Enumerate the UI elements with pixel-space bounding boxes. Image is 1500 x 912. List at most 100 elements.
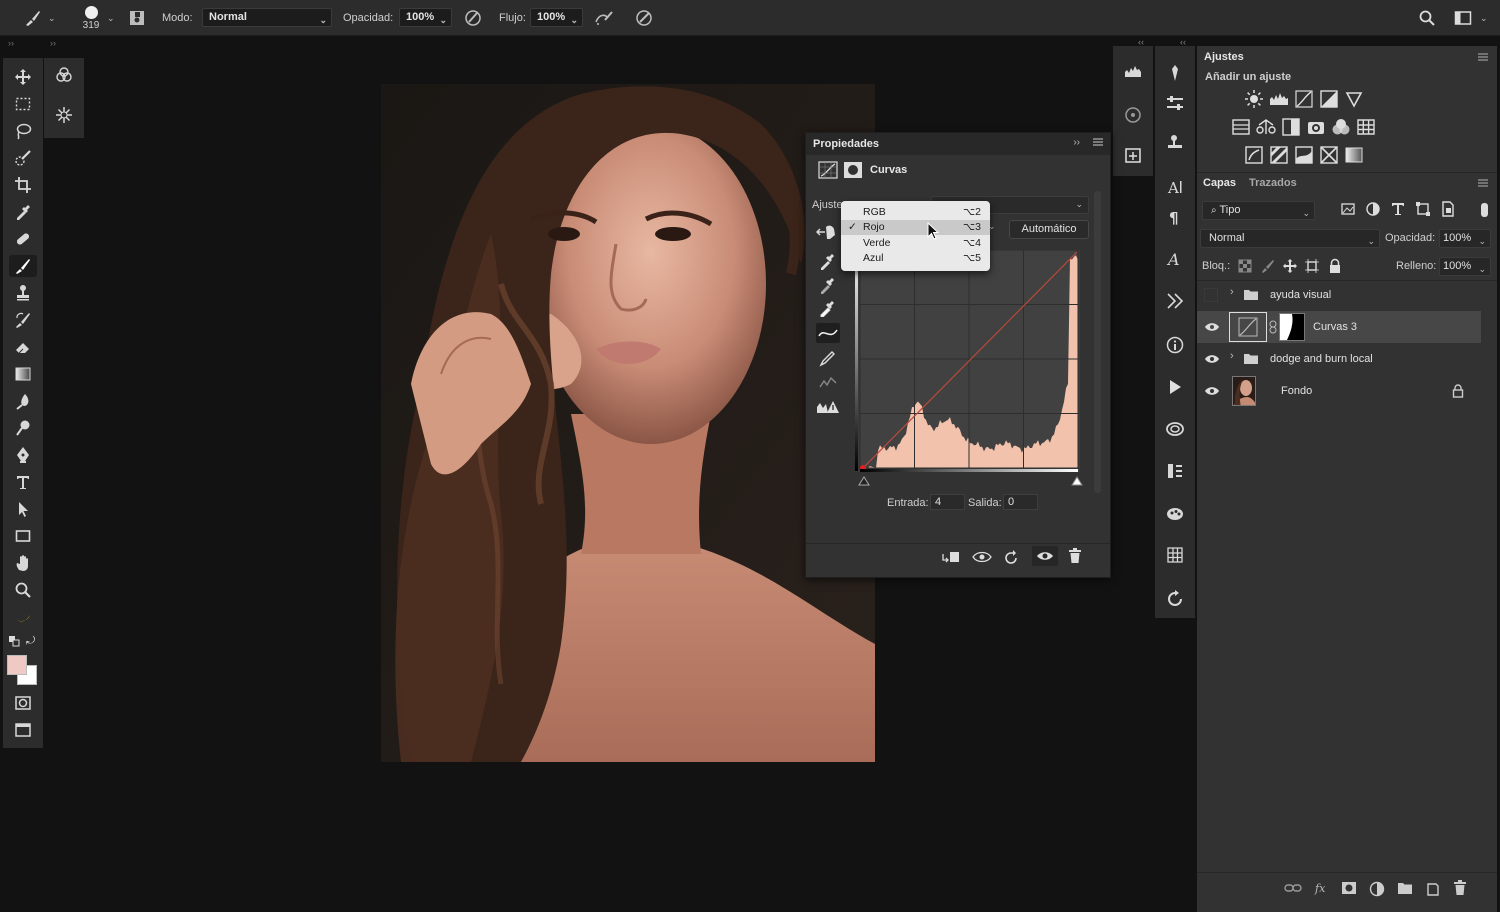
layer-mask-thumbnail[interactable] [1279, 313, 1305, 341]
quick-selection-tool-icon[interactable] [9, 147, 37, 169]
swatches-icon[interactable] [1155, 540, 1195, 570]
glyphs-icon[interactable]: A [1155, 244, 1195, 274]
color-lookup-icon[interactable] [1356, 117, 1376, 137]
mask-icon[interactable] [843, 161, 863, 179]
black-point-eyedropper-icon[interactable] [819, 252, 835, 270]
brush-presets-icon[interactable] [50, 104, 78, 126]
rectangle-tool-icon[interactable] [9, 525, 37, 547]
vibrance-icon[interactable] [1344, 89, 1364, 109]
curves-graph[interactable] [855, 250, 1080, 472]
layer-filter-select[interactable]: ⌕ Tipo ⌄ [1202, 201, 1315, 220]
cc-libraries-icon[interactable] [1155, 414, 1195, 444]
tool-preset-chevron-icon[interactable]: ⌄ [48, 0, 56, 36]
workspace-chevron-icon[interactable]: ⌄ [1480, 0, 1488, 36]
clone-source-icon[interactable] [1155, 128, 1195, 158]
libraries-icon[interactable] [1155, 286, 1195, 316]
opacity-input[interactable]: 100% ⌄ [399, 8, 452, 27]
lock-all-icon[interactable] [1327, 258, 1347, 278]
brightness-contrast-icon[interactable] [1244, 89, 1264, 109]
lock-position-icon[interactable] [1282, 258, 1302, 278]
quick-mask-icon[interactable] [9, 692, 37, 714]
search-icon[interactable] [1418, 0, 1436, 36]
gradient-map-icon[interactable] [1344, 145, 1364, 165]
workspace-icon[interactable] [1454, 0, 1472, 36]
eyedropper-tool-icon[interactable] [9, 201, 37, 223]
blur-tool-icon[interactable] [9, 390, 37, 412]
invert-icon[interactable] [1244, 145, 1264, 165]
histogram-icon[interactable] [1113, 56, 1153, 86]
zoom-tool-icon[interactable] [9, 579, 37, 601]
eye-icon[interactable] [1204, 353, 1220, 365]
new-adjustment-layer-icon[interactable] [1369, 881, 1389, 901]
link-layers-icon[interactable] [1284, 881, 1304, 901]
link-icon[interactable] [1269, 320, 1277, 334]
gradient-tool-icon[interactable] [9, 363, 37, 385]
brush-size-picker[interactable]: 319 [78, 0, 104, 36]
blend-mode-select[interactable]: Normal ⌄ [1200, 229, 1380, 248]
input-value-field[interactable]: 4 [930, 494, 965, 510]
collapse-left-icon[interactable]: ›› [8, 38, 14, 48]
curves-histogram[interactable] [855, 250, 1080, 472]
eye-icon[interactable] [1204, 321, 1220, 333]
brush-tool-icon[interactable] [22, 0, 42, 36]
banana-tool-icon[interactable] [9, 606, 37, 628]
marquee-tool-icon[interactable] [9, 93, 37, 115]
clipping-warning-icon[interactable] [816, 399, 840, 415]
tool-presets-icon[interactable] [1155, 456, 1195, 486]
healing-brush-tool-icon[interactable] [9, 228, 37, 250]
lock-transparent-icon[interactable] [1237, 258, 1257, 278]
lock-artboard-icon[interactable] [1304, 258, 1324, 278]
filter-pixel-icon[interactable] [1340, 201, 1360, 221]
filter-smart-object-icon[interactable] [1440, 201, 1460, 221]
channel-item-rgb[interactable]: RGB ⌥2 [841, 205, 990, 220]
disclosure-chevron-icon[interactable]: › [1230, 350, 1234, 362]
visibility-toggle-off[interactable] [1204, 288, 1218, 302]
new-group-icon[interactable] [1397, 881, 1417, 901]
tab-paths[interactable]: Trazados [1249, 177, 1297, 189]
clip-to-layer-icon[interactable] [941, 549, 961, 565]
collapse-left-icon[interactable]: ›› [50, 38, 56, 48]
dodge-tool-icon[interactable] [9, 417, 37, 439]
info-icon[interactable] [1155, 330, 1195, 360]
adjustment-thumbnail[interactable] [1229, 312, 1267, 342]
pressure-opacity-icon[interactable] [463, 0, 483, 36]
toggle-visibility-icon[interactable] [1032, 546, 1058, 566]
curves-adjustment-icon[interactable] [818, 161, 838, 179]
screen-mode-icon[interactable] [9, 719, 37, 741]
smooth-curve-icon[interactable] [818, 373, 838, 391]
color-balance-icon[interactable] [1256, 117, 1276, 137]
pressure-size-icon[interactable] [634, 0, 654, 36]
swap-colors-icon[interactable]: ⤾ [26, 635, 35, 648]
channel-mixer-icon[interactable] [1331, 117, 1351, 137]
lock-pixels-icon[interactable] [1260, 258, 1280, 278]
color-icon[interactable] [1155, 498, 1195, 528]
filter-type-icon[interactable] [1390, 201, 1410, 221]
layer-opacity-input[interactable]: 100% ⌄ [1439, 229, 1491, 248]
canvas-image[interactable] [381, 84, 875, 762]
black-white-icon[interactable] [1281, 117, 1301, 137]
auto-button[interactable]: Automático [1009, 220, 1089, 239]
navigator-icon[interactable] [1113, 100, 1153, 130]
layer-row-group[interactable]: › ayuda visual [1197, 279, 1481, 311]
flow-input[interactable]: 100% ⌄ [530, 8, 583, 27]
panel-menu-icon[interactable] [1477, 178, 1489, 188]
layer-row-adjustment[interactable]: Curvas 3 [1197, 311, 1481, 343]
view-previous-state-icon[interactable] [972, 549, 992, 565]
type-tool-icon[interactable] [9, 471, 37, 493]
layer-row-background[interactable]: Fondo [1197, 375, 1481, 407]
panel-menu-icon[interactable] [1092, 136, 1104, 148]
brush-tool-icon[interactable] [9, 255, 37, 277]
pen-tool-icon[interactable] [9, 444, 37, 466]
exposure-icon[interactable] [1319, 89, 1339, 109]
path-selection-tool-icon[interactable] [9, 498, 37, 520]
move-tool-icon[interactable] [9, 66, 37, 88]
hue-saturation-icon[interactable] [1231, 117, 1251, 137]
disclosure-chevron-icon[interactable]: › [1230, 286, 1234, 298]
history-icon[interactable] [1155, 584, 1195, 614]
eye-icon[interactable] [1204, 385, 1220, 397]
black-slider-handle[interactable] [858, 476, 870, 486]
lasso-tool-icon[interactable] [9, 120, 37, 142]
gray-point-eyedropper-icon[interactable] [819, 276, 835, 294]
default-colors-icon[interactable] [8, 635, 20, 647]
photo-filter-icon[interactable] [1306, 117, 1326, 137]
